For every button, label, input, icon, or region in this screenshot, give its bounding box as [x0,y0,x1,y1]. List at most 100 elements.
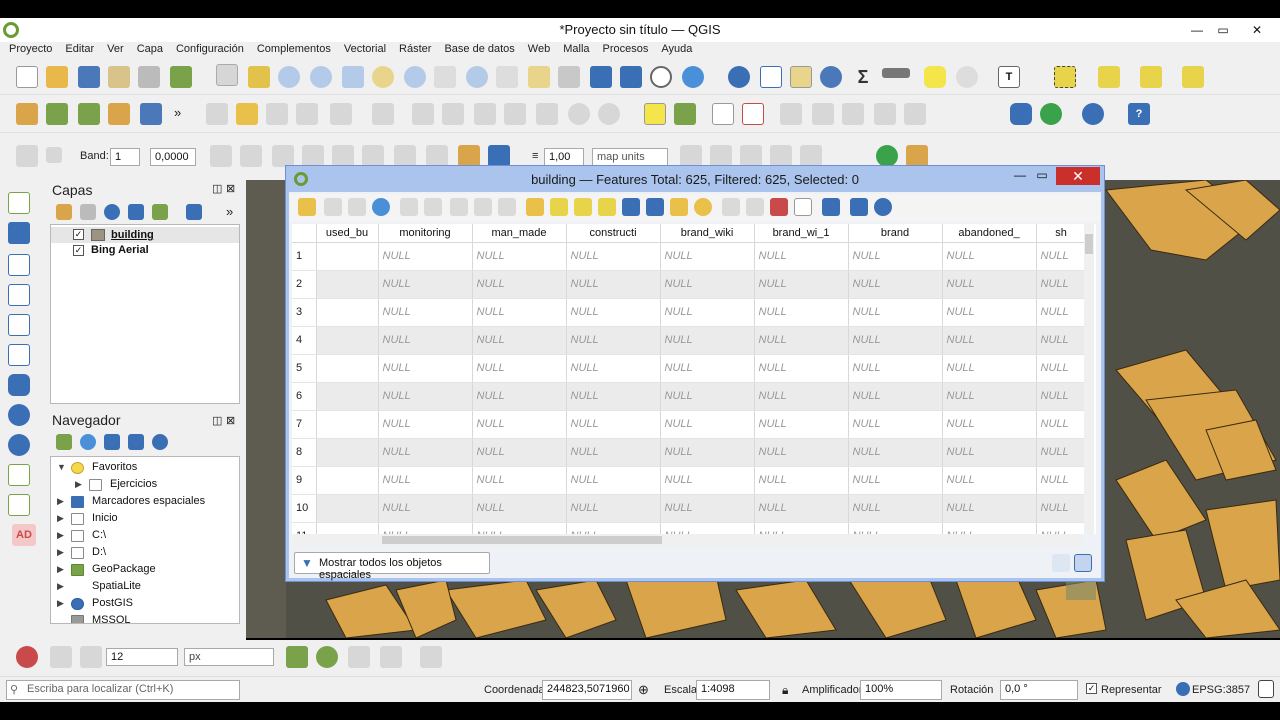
table-cell[interactable]: NULL [754,270,849,299]
add-feature-attr-icon[interactable] [400,198,418,216]
table-cell[interactable]: NULL [566,242,661,271]
line-width-field[interactable]: 1,00 [544,148,584,166]
row-number[interactable]: 6 [292,382,317,411]
add-wms-icon[interactable] [140,103,162,125]
new-print-layout-icon[interactable] [108,66,130,88]
select-expression-icon[interactable] [526,198,544,216]
snapping-unit-select[interactable]: px [184,648,274,666]
add-spatialite-icon[interactable] [8,314,30,336]
table-cell[interactable]: NULL [472,270,567,299]
add-selected-layers-icon[interactable] [56,434,72,450]
table-cell[interactable]: NULL [378,466,473,495]
table-cell[interactable]: NULL [378,382,473,411]
table-cell[interactable]: NULL [754,438,849,467]
table-cell[interactable]: NULL [566,270,661,299]
table-row[interactable]: 2 NULL NULL NULL NULL NULL NULL NULL NULL [292,270,1087,299]
add-virtual-layer-icon[interactable] [8,344,30,366]
plugin-icon[interactable] [1040,103,1062,125]
invert-selection-icon[interactable] [574,198,592,216]
table-cell[interactable]: NULL [472,438,567,467]
paste-icon[interactable] [536,103,558,125]
search-layer-icon[interactable] [876,145,898,167]
table-cell[interactable]: NULL [942,270,1037,299]
table-cell[interactable]: NULL [660,326,755,355]
table-cell[interactable]: NULL [942,410,1037,439]
table-cell[interactable]: NULL [566,522,661,534]
row-number[interactable]: 4 [292,326,317,355]
snapping-tolerance-field[interactable]: 12 [106,648,178,666]
table-cell[interactable]: NULL [1036,298,1087,327]
horizontal-scrollbar[interactable] [292,534,1082,546]
zoom-native-icon[interactable] [434,66,456,88]
field-calculator-attr-icon[interactable] [794,198,812,216]
table-cell[interactable]: NULL [378,298,473,327]
reload-table-icon[interactable] [372,198,390,216]
layers-overflow-icon[interactable]: » [226,204,233,219]
table-cell[interactable]: NULL [378,494,473,523]
new-map-view-icon[interactable] [528,66,550,88]
add-wms-layer-icon[interactable] [8,404,30,426]
row-number[interactable]: 1 [292,242,317,271]
layer-row-bing[interactable]: ✓ Bing Aerial [51,243,239,259]
new-3d-map-icon[interactable] [558,66,580,88]
map-tool-b-icon[interactable] [710,145,732,167]
add-wcs-layer-icon[interactable] [8,464,30,486]
table-cell[interactable]: NULL [848,522,943,534]
table-cell[interactable]: NULL [660,522,755,534]
table-row[interactable]: 5 NULL NULL NULL NULL NULL NULL NULL NULL [292,354,1087,383]
modify-attributes-icon[interactable] [412,103,434,125]
select-location-icon[interactable] [1182,66,1204,88]
table-cell[interactable]: NULL [378,326,473,355]
table-cell[interactable] [316,270,379,299]
menu-ayuda[interactable]: Ayuda [652,42,696,55]
table-cell[interactable] [316,382,379,411]
table-cell[interactable]: NULL [472,522,567,534]
attr-minimize-button[interactable]: — [1010,168,1030,182]
avoid-overlap-icon[interactable] [316,646,338,668]
label-props-icon[interactable] [904,103,926,125]
table-cell[interactable]: NULL [472,354,567,383]
collapse-all-icon[interactable] [128,434,144,450]
table-cell[interactable]: NULL [848,494,943,523]
table-cell[interactable] [316,522,379,534]
map-tool-d-icon[interactable] [770,145,792,167]
row-number[interactable]: 10 [292,494,317,523]
table-cell[interactable]: NULL [1036,410,1087,439]
highlight-labels-icon[interactable] [742,103,764,125]
raster-stretch-icon[interactable] [302,145,324,167]
organize-columns-icon[interactable] [770,198,788,216]
move-selection-top-icon[interactable] [646,198,664,216]
manage-themes-icon[interactable] [104,204,120,220]
menu-configuracion[interactable]: Configuración [167,42,248,55]
table-cell[interactable]: NULL [754,326,849,355]
add-ad-layer-icon[interactable]: AD [12,524,36,546]
menu-capa[interactable]: Capa [128,42,167,55]
conditional-formatting-icon[interactable] [822,198,840,216]
render-checkbox[interactable]: ✓ [1086,683,1097,694]
table-row[interactable]: 11NULLNULLNULLNULLNULLNULLNULLNULL [292,522,1087,534]
table-cell[interactable]: NULL [942,242,1037,271]
add-feature-icon[interactable] [330,103,352,125]
add-raster-layer-icon[interactable] [8,222,30,244]
new-project-icon[interactable] [16,66,38,88]
table-cell[interactable]: NULL [848,438,943,467]
table-cell[interactable]: NULL [472,326,567,355]
table-cell[interactable] [316,242,379,271]
table-cell[interactable]: NULL [754,494,849,523]
table-cell[interactable]: NULL [566,354,661,383]
new-field-icon[interactable] [722,198,740,216]
move-label-icon[interactable] [780,103,802,125]
row-number[interactable]: 9 [292,466,317,495]
browser-float-icon[interactable]: ◫ [212,414,222,427]
layer-name-bing[interactable]: Bing Aerial [91,244,149,256]
rotate-label-icon[interactable] [812,103,834,125]
attribute-table-icon[interactable] [760,66,782,88]
row-number[interactable]: 3 [292,298,317,327]
actions-icon[interactable] [874,198,892,216]
toolbox-icon[interactable] [820,66,842,88]
refresh-icon[interactable] [682,66,704,88]
column-header[interactable]: constructi [566,224,661,243]
field-calculator-icon[interactable] [790,66,812,88]
statistics-icon[interactable]: Σ [852,66,874,88]
table-cell[interactable]: NULL [848,242,943,271]
